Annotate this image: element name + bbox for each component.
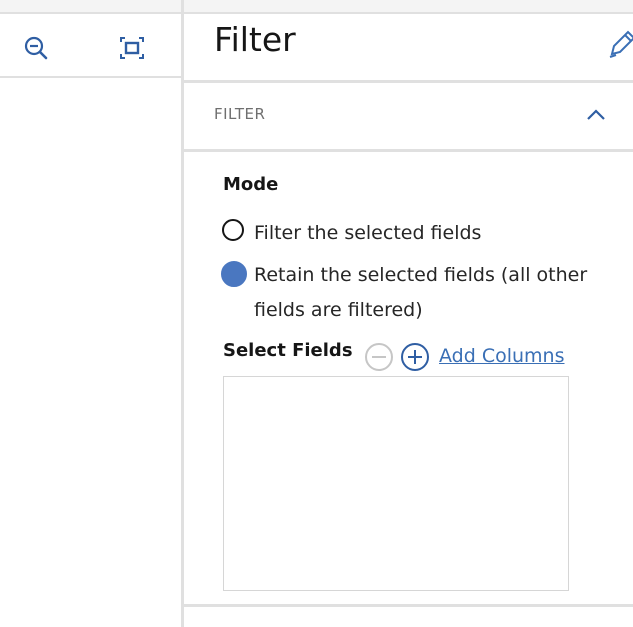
radio-label: Retain the selected fields (all other fi… bbox=[254, 264, 588, 321]
canvas-top-strip bbox=[0, 0, 181, 12]
add-columns-link[interactable]: Add Columns bbox=[439, 345, 565, 367]
bottom-divider bbox=[184, 604, 633, 607]
section-divider bbox=[184, 149, 633, 152]
radio-checked-icon bbox=[221, 261, 247, 287]
fit-to-screen-button[interactable] bbox=[118, 34, 146, 62]
zoom-out-button[interactable] bbox=[22, 34, 50, 62]
canvas-pane bbox=[0, 0, 181, 627]
radio-retain-selected[interactable]: Retain the selected fields (all other fi… bbox=[221, 258, 592, 322]
zoom-out-icon bbox=[24, 36, 48, 60]
edit-title-button[interactable] bbox=[608, 26, 633, 60]
add-field-button[interactable] bbox=[400, 342, 430, 372]
filter-section-header[interactable]: FILTER bbox=[184, 83, 633, 149]
mode-label: Mode bbox=[223, 174, 279, 195]
canvas-toolbar bbox=[0, 12, 181, 78]
remove-field-button[interactable] bbox=[364, 342, 394, 372]
radio-unchecked-icon bbox=[222, 219, 244, 241]
pencil-icon bbox=[609, 30, 633, 58]
panel-title: Filter bbox=[214, 20, 296, 59]
select-fields-label: Select Fields bbox=[223, 340, 353, 361]
radio-label: Filter the selected fields bbox=[254, 222, 482, 244]
fit-to-screen-icon bbox=[120, 37, 144, 59]
properties-top-strip bbox=[184, 0, 633, 12]
properties-pane: Filter FILTER Mode Filter the selected f… bbox=[184, 0, 633, 627]
plus-circle-icon bbox=[401, 343, 429, 371]
minus-circle-icon bbox=[365, 343, 393, 371]
properties-top-divider bbox=[184, 12, 633, 14]
radio-filter-selected[interactable]: Filter the selected fields bbox=[222, 216, 522, 246]
section-label: FILTER bbox=[214, 105, 266, 123]
chevron-up-icon bbox=[587, 109, 605, 120]
selected-fields-list[interactable] bbox=[223, 376, 569, 591]
